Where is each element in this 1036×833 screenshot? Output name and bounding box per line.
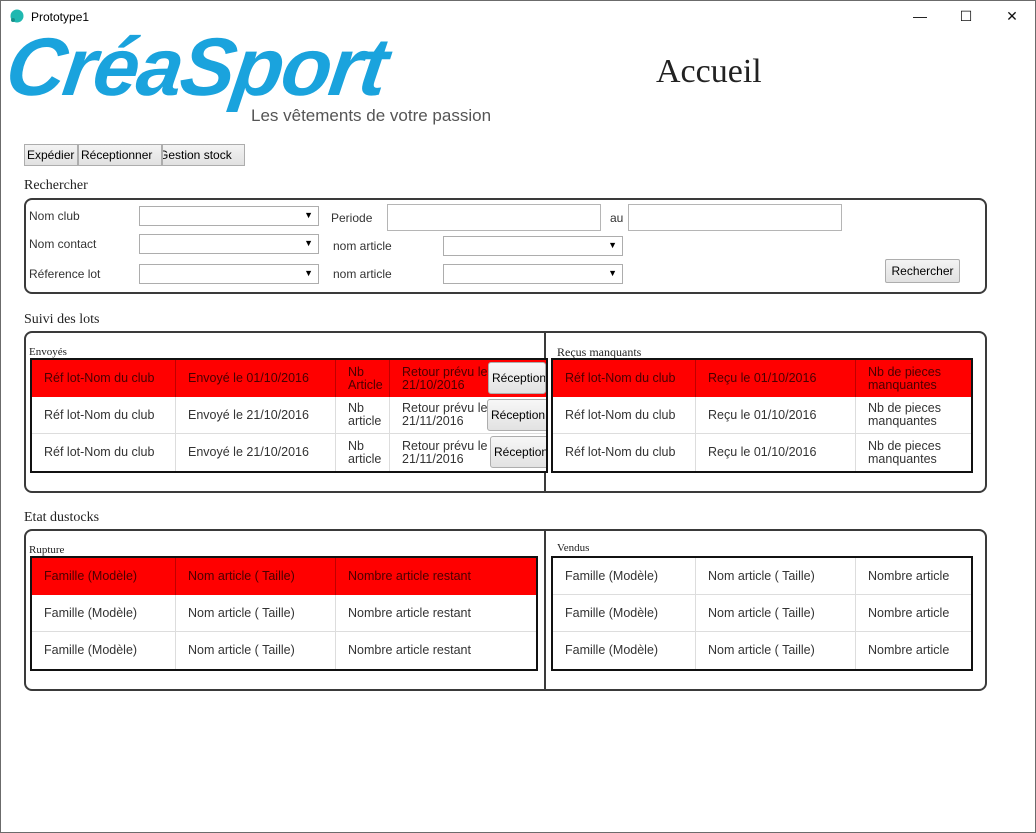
periode-end-input[interactable] [628,204,842,231]
nom-article-cell: Nom article ( Taille) [176,558,336,595]
recu-date-cell: Reçu le 01/10/2016 [696,360,856,397]
nom-article-label: nom article [333,239,392,253]
minimize-button[interactable]: — [897,1,943,31]
nom-contact-select[interactable]: ▼ [139,234,319,254]
table-row[interactable]: Famille (Modèle) Nom article ( Taille) N… [553,595,971,632]
stocks-divider [544,531,546,689]
reference-lot-label: Réference lot [29,267,101,281]
creasport-logo: CréaSport Les vêtements de votre passion [1,22,505,127]
restant-cell: Nombre article restant [348,569,471,583]
lot-ref-cell: Réf lot-Nom du club [553,397,696,433]
logo-tagline: Les vêtements de votre passion [251,106,492,125]
dropdown-arrow-icon: ▼ [304,268,313,278]
nom-article-cell: Nom article ( Taille) [176,632,336,669]
lot-ref-cell: Réf lot-Nom du club [32,397,176,433]
search-section-title: Rechercher [24,178,88,193]
restant-cell: Nombre article restant [348,643,471,657]
table-row[interactable]: Réf lot-Nom du club Reçu le 01/10/2016 N… [553,434,971,471]
famille-cell: Famille (Modèle) [553,595,696,631]
gestion-stock-button[interactable]: Gestion stock [162,144,245,166]
lot-ref-cell: Réf lot-Nom du club [553,360,696,397]
reception-button[interactable]: Réception [488,362,546,394]
nom-article-select-2[interactable]: ▼ [443,264,623,284]
nb-article-cell: Nb article [336,397,390,433]
table-row[interactable]: Réf lot-Nom du club Reçu le 01/10/2016 N… [553,397,971,434]
table-row[interactable]: Famille (Modèle) Nom article ( Taille) N… [32,558,536,595]
dropdown-arrow-icon: ▼ [608,240,617,250]
restant-cell: Nombre article restant [348,605,471,620]
rupture-table: Famille (Modèle) Nom article ( Taille) N… [30,556,538,671]
envoyes-table: Réf lot-Nom du club Envoyé le 01/10/2016… [30,358,548,473]
retour-date-cell: Retour prévu le 21/11/2016 [402,438,488,466]
vendus-label: Vendus [557,542,590,554]
table-row[interactable]: Réf lot-Nom du club Envoyé le 01/10/2016… [32,360,546,397]
rechercher-button[interactable]: Rechercher [885,259,960,283]
lot-ref-cell: Réf lot-Nom du club [553,434,696,471]
famille-cell: Famille (Modèle) [32,558,176,595]
famille-cell: Famille (Modèle) [32,595,176,631]
suivi-section-title: Suivi des lots [24,312,100,327]
reception-button[interactable]: Réception [490,436,546,468]
table-row[interactable]: Réf lot-Nom du club Reçu le 01/10/2016 N… [553,360,971,397]
minimize-icon: — [913,8,927,24]
envoyes-label: Envoyés [29,346,67,358]
recu-date-cell: Reçu le 01/10/2016 [696,434,856,471]
table-row[interactable]: Famille (Modèle) Nom article ( Taille) N… [553,632,971,669]
maximize-button[interactable]: ☐ [943,1,989,31]
table-row[interactable]: Famille (Modèle) Nom article ( Taille) N… [553,558,971,595]
envoye-date-cell: Envoyé le 21/10/2016 [176,434,336,471]
dropdown-arrow-icon: ▼ [608,268,617,278]
expedier-button[interactable]: Expédier [24,144,78,166]
pieces-manquantes-cell: Nb de pieces manquantes [868,364,941,392]
retour-date-cell: Retour prévu le 21/10/2016 [402,364,488,392]
recus-manquants-table: Réf lot-Nom du club Reçu le 01/10/2016 N… [551,358,973,473]
nombre-article-cell: Nombre article [868,568,950,583]
nom-article-select-1[interactable]: ▼ [443,236,623,256]
maximize-icon: ☐ [959,7,973,24]
nb-article-cell: Nb article [336,434,390,471]
periode-start-input[interactable] [387,204,601,231]
app-window: Prototype1 — ☐ ✕ CréaSport Les vêtements… [0,0,1036,833]
table-row[interactable]: Réf lot-Nom du club Envoyé le 21/10/2016… [32,434,546,471]
nom-article-cell: Nom article ( Taille) [696,632,856,669]
nom-article-cell: Nom article ( Taille) [696,558,856,594]
recu-date-cell: Reçu le 01/10/2016 [696,397,856,433]
rupture-label: Rupture [29,544,65,556]
famille-cell: Famille (Modèle) [553,558,696,594]
nombre-article-cell: Nombre article [868,605,950,620]
pieces-manquantes-cell: Nb de pieces manquantes [868,438,941,466]
nom-article-cell: Nom article ( Taille) [696,595,856,631]
vendus-table: Famille (Modèle) Nom article ( Taille) N… [551,556,973,671]
page-title: Accueil [656,53,762,90]
nom-club-select[interactable]: ▼ [139,206,319,226]
famille-cell: Famille (Modèle) [32,632,176,669]
close-button[interactable]: ✕ [989,1,1035,31]
lot-ref-cell: Réf lot-Nom du club [32,360,176,397]
table-row[interactable]: Réf lot-Nom du club Envoyé le 21/10/2016… [32,397,546,434]
receptionner-button[interactable]: Réceptionner [78,144,162,166]
table-row[interactable]: Famille (Modèle) Nom article ( Taille) N… [32,595,536,632]
stocks-section-title: Etat dustocks [24,510,100,525]
dropdown-arrow-icon: ▼ [304,238,313,248]
nom-article-label-2: nom article [333,267,392,281]
famille-cell: Famille (Modèle) [553,632,696,669]
au-label: au [610,211,624,225]
nom-club-label: Nom club [29,209,80,223]
nombre-article-cell: Nombre article [868,643,950,657]
nom-contact-label: Nom contact [29,237,97,251]
pieces-manquantes-cell: Nb de pieces manquantes [868,401,941,428]
dropdown-arrow-icon: ▼ [304,210,313,220]
nom-article-cell: Nom article ( Taille) [176,595,336,631]
lot-ref-cell: Réf lot-Nom du club [32,434,176,471]
periode-label: Periode [331,211,373,225]
envoye-date-cell: Envoyé le 01/10/2016 [176,360,336,397]
close-icon: ✕ [1006,7,1018,24]
table-row[interactable]: Famille (Modèle) Nom article ( Taille) N… [32,632,536,669]
reference-lot-select[interactable]: ▼ [139,264,319,284]
retour-date-cell: Retour prévu le 21/11/2016 [402,401,488,428]
reception-button[interactable]: Réception [487,399,546,431]
logo-wordmark: CréaSport [0,22,392,113]
nb-article-cell: Nb Article [336,360,390,397]
envoye-date-cell: Envoyé le 21/10/2016 [176,397,336,433]
